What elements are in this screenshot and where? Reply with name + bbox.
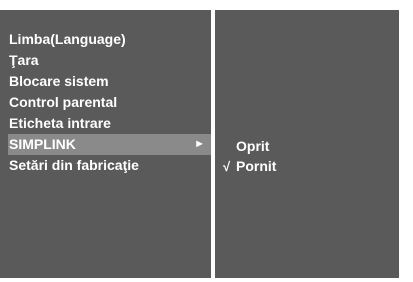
menu-item-language[interactable]: Limba(Language) [8, 29, 211, 50]
menu-item-country[interactable]: Ţara [8, 50, 211, 71]
menu-item-parental-control[interactable]: Control parental [8, 92, 211, 113]
menu-item-label: Eticheta intrare [9, 115, 111, 131]
simplink-options: Oprit √ Pornit [223, 136, 276, 176]
option-off[interactable]: Oprit [223, 136, 276, 156]
main-menu: Limba(Language) Ţara Blocare sistem Cont… [8, 29, 211, 176]
menu-item-label: Blocare sistem [9, 73, 109, 89]
menu-item-input-label[interactable]: Eticheta intrare [8, 113, 211, 134]
menu-item-factory-reset[interactable]: Setări din fabricaţie [8, 155, 211, 176]
option-on[interactable]: √ Pornit [223, 156, 276, 176]
menu-item-label: Limba(Language) [9, 31, 126, 47]
menu-item-system-lock[interactable]: Blocare sistem [8, 71, 211, 92]
menu-item-label: Setări din fabricaţie [9, 157, 139, 173]
menu-item-label: Control parental [9, 94, 118, 110]
checkmark-icon: √ [223, 159, 231, 174]
menu-item-simplink[interactable]: SIMPLINK ► [8, 134, 211, 155]
tv-osd-menu: Limba(Language) Ţara Blocare sistem Cont… [0, 0, 413, 282]
option-label: Oprit [236, 138, 270, 154]
menu-item-label: SIMPLINK [9, 136, 76, 152]
option-label: Pornit [236, 158, 277, 174]
menu-item-label: Ţara [9, 52, 39, 68]
arrow-right-icon: ► [194, 138, 205, 150]
